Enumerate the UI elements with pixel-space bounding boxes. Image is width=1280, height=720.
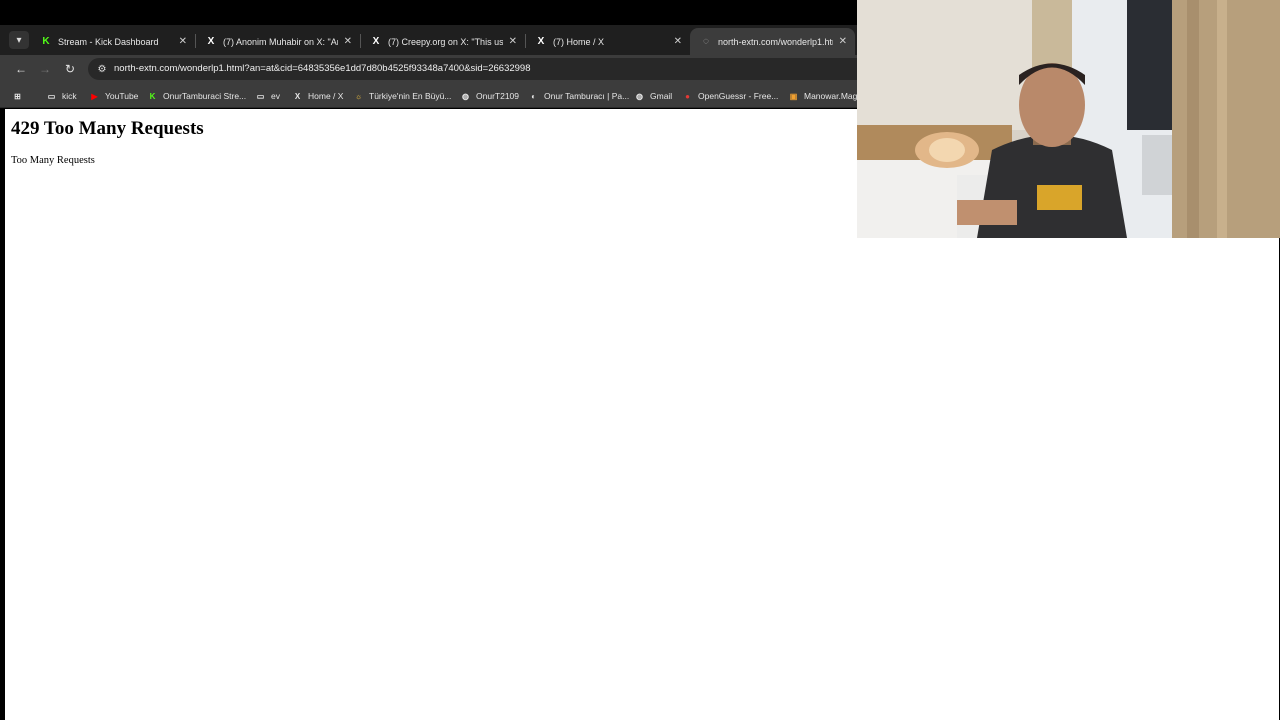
navigation-toolbar: ← → ↻ ⚙ north-extn.com/wonderlp1.html?an… bbox=[0, 55, 857, 83]
bookmark-icon: ☼ bbox=[354, 91, 363, 101]
bookmark-gmail[interactable]: ◍ Gmail bbox=[634, 89, 672, 103]
kick-icon: K bbox=[149, 91, 156, 101]
bookmark-youtube[interactable]: ▶ YouTube bbox=[89, 89, 138, 103]
tab-home-x[interactable]: X (7) Home / X ✕ bbox=[525, 28, 690, 55]
tab-creepy-org[interactable]: X (7) Creepy.org on X: "This used ✕ bbox=[360, 28, 525, 55]
bookmark-label: ev bbox=[271, 91, 280, 101]
bookmark-label: YouTube bbox=[105, 91, 139, 101]
webcam-image bbox=[857, 0, 1280, 238]
bookmark-label: Türkiye'nin En Büyü... bbox=[369, 91, 452, 101]
globe-icon: ◍ bbox=[636, 91, 643, 101]
bookmark-turkiye[interactable]: ☼ Türkiye'nin En Büyü... bbox=[353, 89, 452, 103]
reload-button[interactable]: ↻ bbox=[61, 60, 79, 78]
opengusser-icon: ● bbox=[685, 91, 690, 101]
close-icon[interactable]: ✕ bbox=[509, 36, 517, 47]
close-icon[interactable]: ✕ bbox=[344, 36, 352, 47]
tab-search-icon[interactable]: ▾ bbox=[9, 31, 29, 49]
bookmark-kick[interactable]: ▭ kick bbox=[46, 89, 77, 103]
tab-strip: ▾ K Stream - Kick Dashboard ✕ X (7) Anon… bbox=[0, 25, 857, 55]
address-bar[interactable]: ⚙ north-extn.com/wonderlp1.html?an=at&ci… bbox=[88, 58, 857, 80]
bookmark-onurtamburaci-stream[interactable]: K OnurTamburaci Stre... bbox=[147, 89, 247, 103]
bookmark-openguessr[interactable]: ● OpenGuessr - Free... bbox=[682, 89, 778, 103]
bookmark-label: OnurT2109 bbox=[476, 91, 519, 101]
bookmark-label: Gmail bbox=[650, 91, 673, 101]
tab-title: (7) Home / X bbox=[553, 36, 605, 47]
address-url[interactable]: north-extn.com/wonderlp1.html?an=at&cid=… bbox=[114, 63, 531, 74]
tab-title: Stream - Kick Dashboard bbox=[58, 36, 159, 47]
x-icon: X bbox=[372, 36, 380, 47]
tab-kick-dashboard[interactable]: K Stream - Kick Dashboard ✕ bbox=[30, 28, 195, 55]
apps-icon[interactable]: ⊞ bbox=[12, 89, 28, 103]
bookmark-manowar[interactable]: ▣ Manowar.Mag bbox=[788, 89, 857, 103]
tab-title: (7) Anonim Muhabir on X: "Am bbox=[223, 36, 338, 47]
close-icon[interactable]: ✕ bbox=[179, 36, 187, 47]
page-content: 429 Too Many Requests Too Many Requests bbox=[5, 109, 857, 720]
kick-icon: K bbox=[42, 36, 50, 47]
tab-north-extn[interactable]: ◌ north-extn.com/wonderlp1.htm ✕ bbox=[690, 28, 855, 55]
bookmark-home-x[interactable]: X Home / X bbox=[292, 89, 344, 103]
tab-anonim-muhabir[interactable]: X (7) Anonim Muhabir on X: "Am ✕ bbox=[195, 28, 360, 55]
forward-button[interactable]: → bbox=[36, 60, 54, 78]
bookmark-icon: ▣ bbox=[789, 91, 798, 101]
tab-title: (7) Creepy.org on X: "This used bbox=[388, 36, 503, 47]
x-icon: X bbox=[537, 36, 545, 47]
bookmarks-bar: ⊞ ▭ kick ▶ YouTube K OnurTamburaci Stre.… bbox=[0, 83, 857, 108]
close-icon[interactable]: ✕ bbox=[674, 36, 682, 47]
bookmark-onurt2109[interactable]: ◍ OnurT2109 bbox=[460, 89, 519, 103]
bookmark-label: OpenGuessr - Free... bbox=[698, 91, 779, 101]
bookmark-label: Manowar.Mag bbox=[804, 91, 857, 101]
folder-icon: ▭ bbox=[256, 91, 265, 101]
bookmark-label: OnurTamburaci Stre... bbox=[163, 91, 247, 101]
globe-icon: ◍ bbox=[462, 91, 469, 101]
bookmark-icon: ◐ bbox=[531, 91, 536, 101]
bookmark-label: Home / X bbox=[308, 91, 344, 101]
browser-window: ▾ K Stream - Kick Dashboard ✕ X (7) Anon… bbox=[0, 0, 857, 720]
webcam-overlay bbox=[857, 0, 1280, 238]
x-icon: X bbox=[294, 91, 301, 101]
site-settings-icon[interactable]: ⚙ bbox=[95, 62, 109, 76]
bookmark-label: Onur Tamburacı | Pa... bbox=[544, 91, 630, 101]
x-icon: X bbox=[207, 36, 215, 47]
bookmark-ev[interactable]: ▭ ev bbox=[255, 89, 280, 103]
close-icon[interactable]: ✕ bbox=[839, 36, 847, 47]
bookmark-onur-tamburaci-patreon[interactable]: ◐ Onur Tamburacı | Pa... bbox=[528, 89, 629, 103]
tab-title: north-extn.com/wonderlp1.htm bbox=[718, 36, 833, 47]
page-body-text: Too Many Requests bbox=[11, 155, 95, 166]
globe-icon: ◌ bbox=[703, 36, 709, 47]
page-heading: 429 Too Many Requests bbox=[11, 118, 204, 139]
folder-icon: ▭ bbox=[47, 91, 56, 101]
youtube-icon: ▶ bbox=[91, 91, 98, 101]
bookmark-label: kick bbox=[62, 91, 77, 101]
page-content-extension bbox=[857, 238, 1279, 720]
grid-icon: ⊞ bbox=[14, 91, 21, 101]
back-button[interactable]: ← bbox=[12, 60, 30, 78]
